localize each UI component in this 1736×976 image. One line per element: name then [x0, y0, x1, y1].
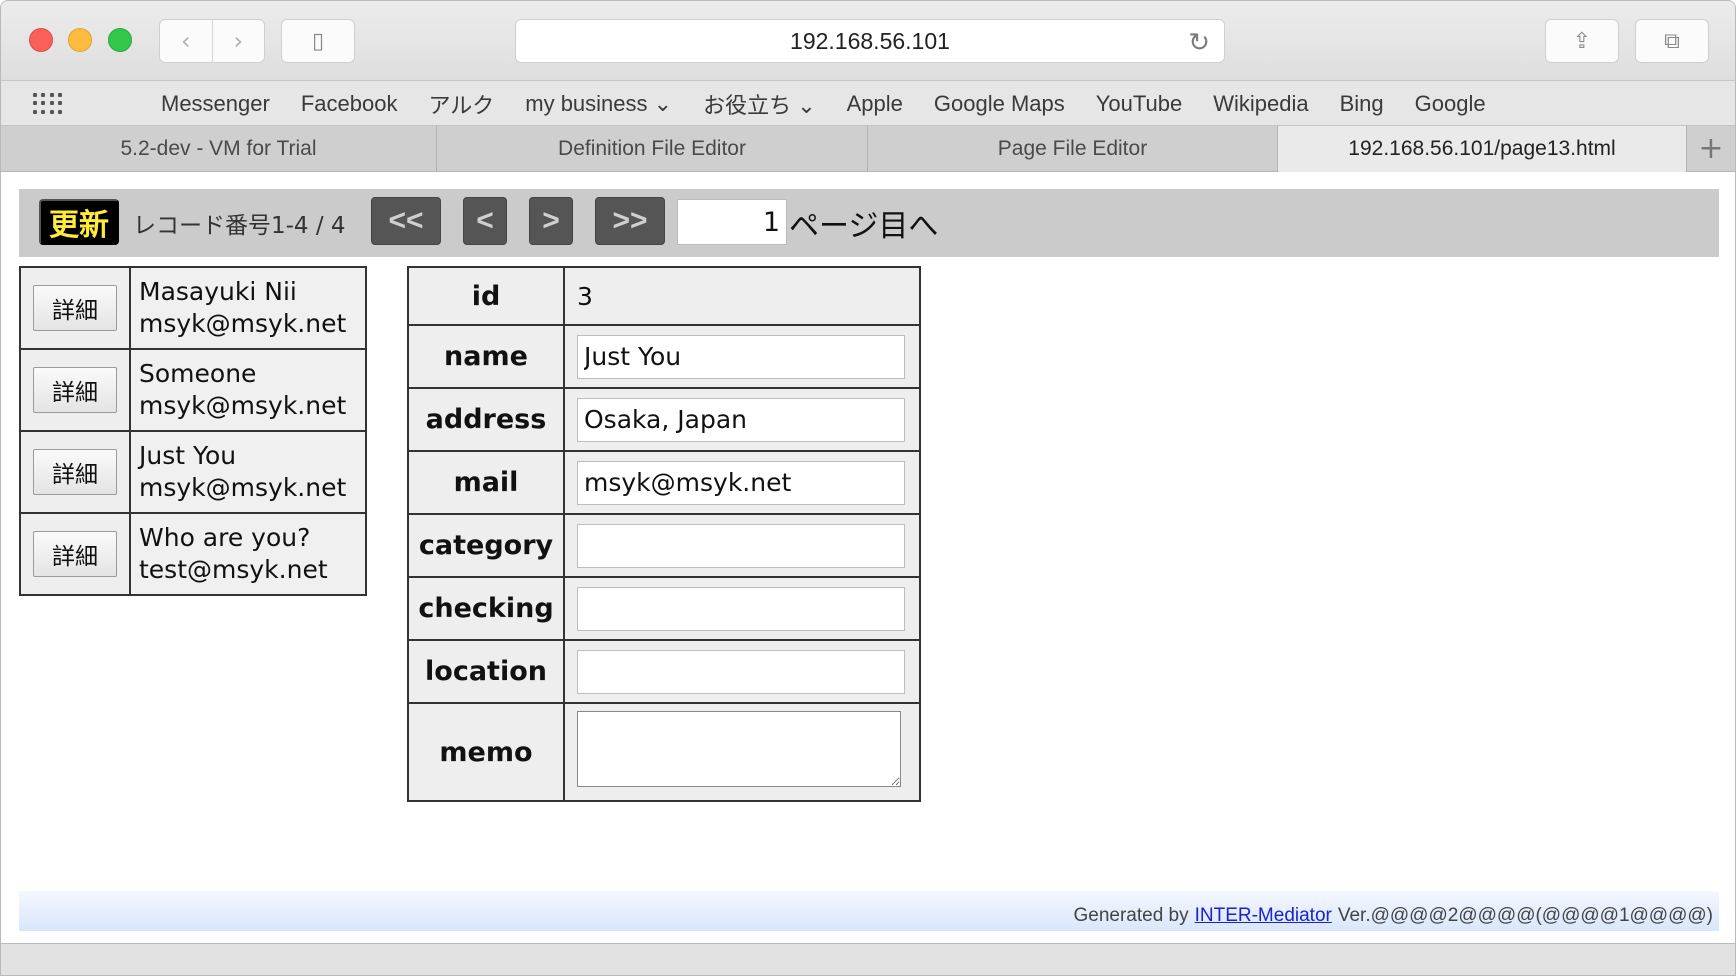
detail-row-location: location	[407, 639, 921, 704]
forward-icon[interactable]: ›	[211, 20, 265, 62]
tab-definition-file-editor[interactable]: Definition File Editor	[437, 126, 868, 172]
tab-vm-for-trial[interactable]: 5.2-dev - VM for Trial	[1, 126, 437, 172]
detail-row-name: name	[407, 324, 921, 389]
record-mail: msyk@msyk.net	[139, 473, 347, 502]
record-mail: msyk@msyk.net	[139, 309, 347, 338]
location-field[interactable]	[577, 649, 905, 694]
detail-button[interactable]: 詳細	[33, 367, 117, 413]
previous-page-button[interactable]: <	[463, 197, 507, 245]
first-page-button[interactable]: <<	[371, 197, 441, 245]
show-tabs-button[interactable]: ⧉	[1635, 19, 1709, 63]
tab-label: Page File Editor	[997, 137, 1148, 160]
mail-field[interactable]	[577, 460, 905, 505]
tab-strip: 5.2-dev - VM for Trial Definition File E…	[1, 126, 1735, 172]
tab-label: Definition File Editor	[558, 137, 746, 160]
name-label: name	[407, 324, 565, 389]
detail-button[interactable]: 詳細	[33, 531, 117, 577]
tab-page-file-editor[interactable]: Page File Editor	[868, 126, 1278, 172]
bookmark-bing[interactable]: Bing	[1340, 91, 1384, 117]
update-button[interactable]: 更新	[39, 199, 119, 245]
address-url: 192.168.56.101	[790, 27, 950, 54]
tabs-overview-icon: ⧉	[1664, 28, 1680, 54]
bookmark-youtube[interactable]: YouTube	[1096, 91, 1182, 117]
tab-label: 5.2-dev - VM for Trial	[120, 137, 317, 160]
record-mail: msyk@msyk.net	[139, 391, 347, 420]
table-row: 詳細 Just You msyk@msyk.net	[19, 430, 367, 514]
status-bar	[1, 943, 1735, 975]
bookmark-wikipedia[interactable]: Wikipedia	[1213, 91, 1308, 117]
bookmark-facebook[interactable]: Facebook	[301, 91, 398, 117]
browser-toolbar: ‹ › ▯ 192.168.56.101 ↻ ⇪ ⧉	[1, 1, 1735, 81]
bookmark-folder-useful[interactable]: お役立ち ⌄	[703, 88, 816, 120]
mail-label: mail	[407, 450, 565, 515]
record-name: Who are you?	[139, 523, 311, 552]
detail-row-id: id 3	[407, 266, 921, 326]
bookmark-alc[interactable]: アルク	[428, 88, 494, 120]
detail-button[interactable]: 詳細	[33, 449, 117, 495]
next-page-button[interactable]: >	[529, 197, 573, 245]
address-label: address	[407, 387, 565, 452]
bookmark-apple[interactable]: Apple	[847, 91, 903, 117]
category-label: category	[407, 513, 565, 578]
table-row: 詳細 Someone msyk@msyk.net	[19, 348, 367, 432]
detail-button[interactable]: 詳細	[33, 285, 117, 331]
record-name: Just You	[139, 441, 237, 470]
bookmark-google-maps[interactable]: Google Maps	[934, 91, 1065, 117]
page-content: 更新 レコード番号1-4 / 4 << < > >> ページ目へ 詳細 Masa…	[1, 173, 1735, 943]
detail-row-category: category	[407, 513, 921, 578]
address-bar[interactable]: 192.168.56.101 ↻	[515, 19, 1225, 63]
inter-mediator-link[interactable]: INTER-Mediator	[1195, 905, 1332, 927]
close-window-button[interactable]	[29, 28, 53, 52]
record-detail: id 3 name address mail category checking	[407, 266, 921, 802]
share-button[interactable]: ⇪	[1545, 19, 1619, 63]
reload-icon[interactable]: ↻	[1188, 27, 1210, 58]
memo-label: memo	[407, 702, 565, 802]
address-field[interactable]	[577, 397, 905, 442]
bookmarks-bar: Messenger Facebook アルク my business ⌄ お役立…	[1, 81, 1735, 126]
tab-page13[interactable]: 192.168.56.101/page13.html	[1278, 126, 1687, 172]
minimize-window-button[interactable]	[68, 28, 92, 52]
back-icon[interactable]: ‹	[160, 20, 212, 62]
record-navigation-bar: 更新 レコード番号1-4 / 4 << < > >> ページ目へ	[19, 189, 1719, 257]
footer-prefix: Generated by	[1073, 905, 1189, 926]
checking-field[interactable]	[577, 586, 905, 631]
share-icon: ⇪	[1572, 28, 1592, 54]
detail-row-mail: mail	[407, 450, 921, 515]
category-field[interactable]	[577, 523, 905, 568]
table-row: 詳細 Masayuki Nii msyk@msyk.net	[19, 266, 367, 350]
sidebar-icon: ▯	[311, 28, 325, 54]
detail-row-address: address	[407, 387, 921, 452]
history-nav-group: ‹ ›	[159, 19, 265, 63]
record-name: Masayuki Nii	[139, 277, 297, 306]
tab-label: 192.168.56.101/page13.html	[1348, 137, 1616, 160]
memo-textarea[interactable]	[577, 711, 901, 787]
footer-version: Ver.@@@@2@@@@(@@@@1@@@@)	[1337, 905, 1713, 926]
record-mail: test@msyk.net	[139, 555, 328, 584]
record-list: 詳細 Masayuki Nii msyk@msyk.net 詳細 Someone…	[19, 266, 367, 596]
id-value: 3	[563, 266, 921, 326]
top-sites-grid-icon[interactable]	[33, 93, 63, 115]
maximize-window-button[interactable]	[108, 28, 132, 52]
sidebar-toggle-button[interactable]: ▯	[281, 19, 355, 63]
new-tab-button[interactable]: +	[1687, 126, 1735, 171]
record-name: Someone	[139, 359, 257, 388]
table-row: 詳細 Who are you? test@msyk.net	[19, 512, 367, 596]
page-footer: Generated by INTER-Mediator Ver.@@@@2@@@…	[19, 891, 1719, 931]
bookmark-messenger[interactable]: Messenger	[161, 91, 270, 117]
detail-row-checking: checking	[407, 576, 921, 641]
checking-label: checking	[407, 576, 565, 641]
page-number-suffix: ページ目へ	[789, 209, 939, 244]
id-label: id	[407, 266, 565, 326]
browser-window: ‹ › ▯ 192.168.56.101 ↻ ⇪ ⧉ Messenger Fac…	[0, 0, 1736, 976]
name-field[interactable]	[577, 334, 905, 379]
bookmark-folder-my-business[interactable]: my business ⌄	[525, 91, 672, 117]
page-number-input[interactable]	[677, 199, 787, 245]
location-label: location	[407, 639, 565, 704]
bookmark-google[interactable]: Google	[1415, 91, 1486, 117]
record-range-info: レコード番号1-4 / 4	[133, 213, 346, 239]
last-page-button[interactable]: >>	[595, 197, 665, 245]
plus-icon: +	[1698, 131, 1724, 166]
detail-row-memo: memo	[407, 702, 921, 802]
bookmark-list: Messenger Facebook アルク my business ⌄ お役立…	[161, 81, 1517, 126]
